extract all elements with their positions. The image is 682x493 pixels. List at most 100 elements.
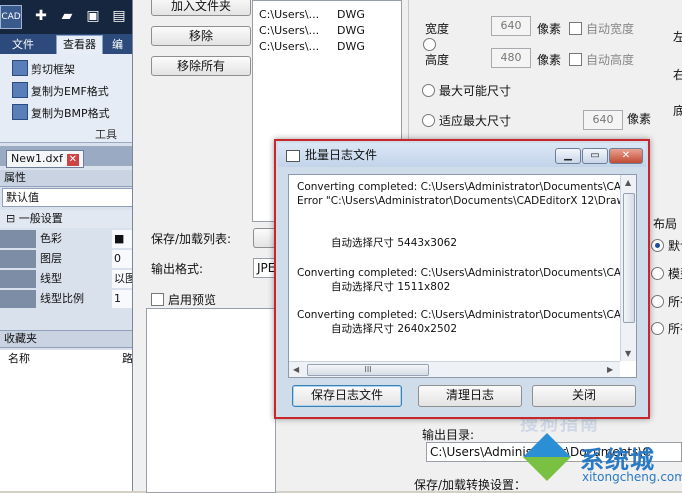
remove-all-button[interactable]: 移除所有	[151, 56, 251, 76]
clear-log-button[interactable]: 清理日志	[418, 385, 522, 407]
auto-width-checkbox[interactable]: 自动宽度	[569, 20, 634, 37]
remove-button[interactable]: 移除	[151, 26, 251, 46]
property-row[interactable]: 线型 以图	[0, 270, 132, 288]
window-icon	[286, 150, 300, 162]
max-size-radio[interactable]: 最大可能尺寸	[422, 82, 511, 99]
layout-option-label: 所有	[668, 322, 682, 336]
fit-size-input[interactable]: 640	[583, 110, 623, 130]
scroll-up-icon[interactable]: ▲	[625, 178, 631, 187]
document-tab[interactable]: New1.dxf ✕	[6, 150, 84, 168]
layout-option-label: 模型	[668, 267, 682, 281]
layout-all2-radio[interactable]: 所有	[651, 320, 682, 337]
favorites-list[interactable]	[0, 368, 132, 491]
scroll-down-icon[interactable]: ▼	[625, 349, 631, 358]
properties-default-select[interactable]: 默认值	[2, 188, 132, 207]
layout-label: 布局	[653, 217, 678, 231]
collapse-icon[interactable]: ⊟	[6, 212, 15, 225]
height-label: 高度	[425, 53, 450, 67]
copy-emf-button[interactable]: 复制为EMF格式	[12, 82, 109, 100]
batch-log-window: 批量日志文件 ▁ ▭ ✕ Converting completed: C:\Us…	[274, 139, 650, 419]
output-dir-label: 输出目录:	[422, 428, 475, 442]
favorites-header: 收藏夹	[0, 330, 132, 348]
minimize-button[interactable]: ▁	[555, 148, 581, 164]
max-size-label: 最大可能尺寸	[439, 84, 512, 98]
column-name[interactable]: 名称	[8, 350, 30, 368]
checkbox-box[interactable]	[569, 22, 582, 35]
file-path: C:\Users\...	[259, 40, 320, 53]
list-item[interactable]: C:\Users\... DWG	[259, 7, 365, 23]
save-as-icon[interactable]: ▤	[110, 7, 128, 25]
enable-preview-checkbox[interactable]: 启用预览	[151, 291, 216, 308]
tab-file[interactable]: 文件	[6, 36, 40, 54]
save-log-button[interactable]: 保存日志文件	[292, 385, 402, 407]
copy-bmp-icon	[12, 104, 28, 120]
new-file-icon[interactable]: ✚	[32, 7, 50, 25]
property-value[interactable]: 以图	[112, 270, 132, 288]
vertical-scrollbar[interactable]: ▲ ▼	[620, 175, 636, 361]
properties-section[interactable]: ⊟ 一般设置	[0, 210, 132, 228]
log-window-titlebar[interactable]: 批量日志文件 ▁ ▭ ✕	[278, 143, 646, 167]
copy-bmp-button[interactable]: 复制为BMP格式	[12, 104, 110, 122]
tab-edit[interactable]: 编	[106, 36, 129, 54]
row-gutter	[0, 290, 36, 308]
radio-button[interactable]	[651, 239, 664, 252]
save-icon[interactable]: ▣	[84, 7, 102, 25]
radio-button[interactable]	[422, 84, 435, 97]
auto-width-label: 自动宽度	[586, 22, 635, 36]
close-log-button[interactable]: 关闭	[532, 385, 636, 407]
list-item[interactable]: C:\Users\... DWG	[259, 39, 365, 55]
property-value[interactable]: ■	[112, 230, 132, 248]
layout-all-radio[interactable]: 所有	[651, 293, 682, 310]
add-folder-button[interactable]: 加入文件夹	[151, 0, 251, 16]
enable-preview-label: 启用预览	[168, 293, 217, 307]
ribbon-tabs: 文件 查看器 编	[0, 34, 132, 54]
width-input[interactable]: 640	[491, 16, 531, 36]
file-type: DWG	[337, 24, 365, 37]
cut-frame-button[interactable]: 剪切框架	[12, 60, 75, 78]
file-path: C:\Users\...	[259, 8, 320, 21]
layout-model-radio[interactable]: 模型	[651, 265, 682, 282]
document-tab-label: New1.dxf	[11, 152, 63, 165]
log-textarea[interactable]: Converting completed: C:\Users\Administr…	[288, 174, 637, 378]
radio-button[interactable]	[651, 295, 664, 308]
radio-button[interactable]	[651, 267, 664, 280]
auto-height-checkbox[interactable]: 自动高度	[569, 51, 634, 68]
property-row[interactable]: 色彩 ■	[0, 230, 132, 248]
list-item[interactable]: C:\Users\... DWG	[259, 23, 365, 39]
column-path[interactable]: 路	[122, 350, 132, 368]
close-window-button[interactable]: ✕	[609, 148, 643, 164]
layout-default-radio[interactable]: 默认	[651, 237, 682, 254]
fit-max-size-radio[interactable]: 适应最大尺寸	[422, 112, 511, 129]
size-radio[interactable]	[423, 38, 436, 51]
log-line: Converting completed: C:\Users\Administr…	[297, 309, 625, 321]
file-path: C:\Users\...	[259, 24, 320, 37]
close-icon[interactable]: ✕	[66, 154, 79, 166]
scroll-right-icon[interactable]: ▶	[607, 365, 613, 374]
save-load-settings-label: 保存/加载转换设置：	[414, 478, 527, 492]
property-row[interactable]: 图层 0	[0, 250, 132, 268]
tab-viewer[interactable]: 查看器	[56, 35, 103, 54]
log-line: Converting completed: C:\Users\Administr…	[297, 181, 625, 193]
row-gutter	[0, 250, 36, 268]
scroll-left-icon[interactable]: ◀	[293, 365, 299, 374]
horizontal-scroll-thumb[interactable]: III	[307, 364, 429, 376]
maximize-button[interactable]: ▭	[582, 148, 608, 164]
property-value[interactable]: 0	[112, 250, 132, 268]
checkbox-box[interactable]	[569, 53, 582, 66]
property-key: 线型	[40, 272, 62, 285]
favorites-columns: 名称 路	[0, 350, 132, 369]
height-input[interactable]: 480	[491, 48, 531, 68]
app-logo-icon[interactable]: CAD	[0, 5, 22, 29]
radio-button[interactable]	[651, 322, 664, 335]
property-value[interactable]: 1	[112, 290, 132, 308]
horizontal-scrollbar[interactable]: ◀ III ▶	[289, 361, 620, 377]
right-edge-label: 底	[673, 104, 682, 118]
layout-option-label: 所有	[668, 295, 682, 309]
radio-button[interactable]	[422, 114, 435, 127]
property-row[interactable]: 线型比例 1	[0, 290, 132, 308]
right-edge-label: 左	[673, 30, 682, 44]
checkbox-box[interactable]	[151, 293, 164, 306]
log-line: 自动选择尺寸 1511x802	[331, 281, 451, 293]
vertical-scroll-thumb[interactable]	[623, 193, 635, 323]
open-folder-icon[interactable]: ▰	[58, 7, 76, 25]
